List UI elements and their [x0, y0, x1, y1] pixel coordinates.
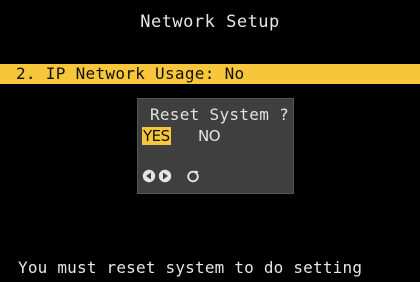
- confirm-icon: [186, 169, 200, 183]
- no-option[interactable]: NO: [198, 127, 221, 145]
- navigation-hints: [142, 169, 200, 183]
- right-arrow-icon: [158, 169, 172, 183]
- yes-option[interactable]: YES: [142, 127, 171, 145]
- reset-system-dialog: Reset System ? YES NO: [137, 98, 294, 194]
- status-message: You must reset system to do setting: [18, 258, 363, 277]
- menu-item-ip-network-usage[interactable]: 2. IP Network Usage: No: [0, 64, 420, 84]
- page-title: Network Setup: [140, 12, 280, 32]
- left-arrow-icon: [142, 169, 156, 183]
- dialog-title: Reset System ?: [149, 105, 289, 124]
